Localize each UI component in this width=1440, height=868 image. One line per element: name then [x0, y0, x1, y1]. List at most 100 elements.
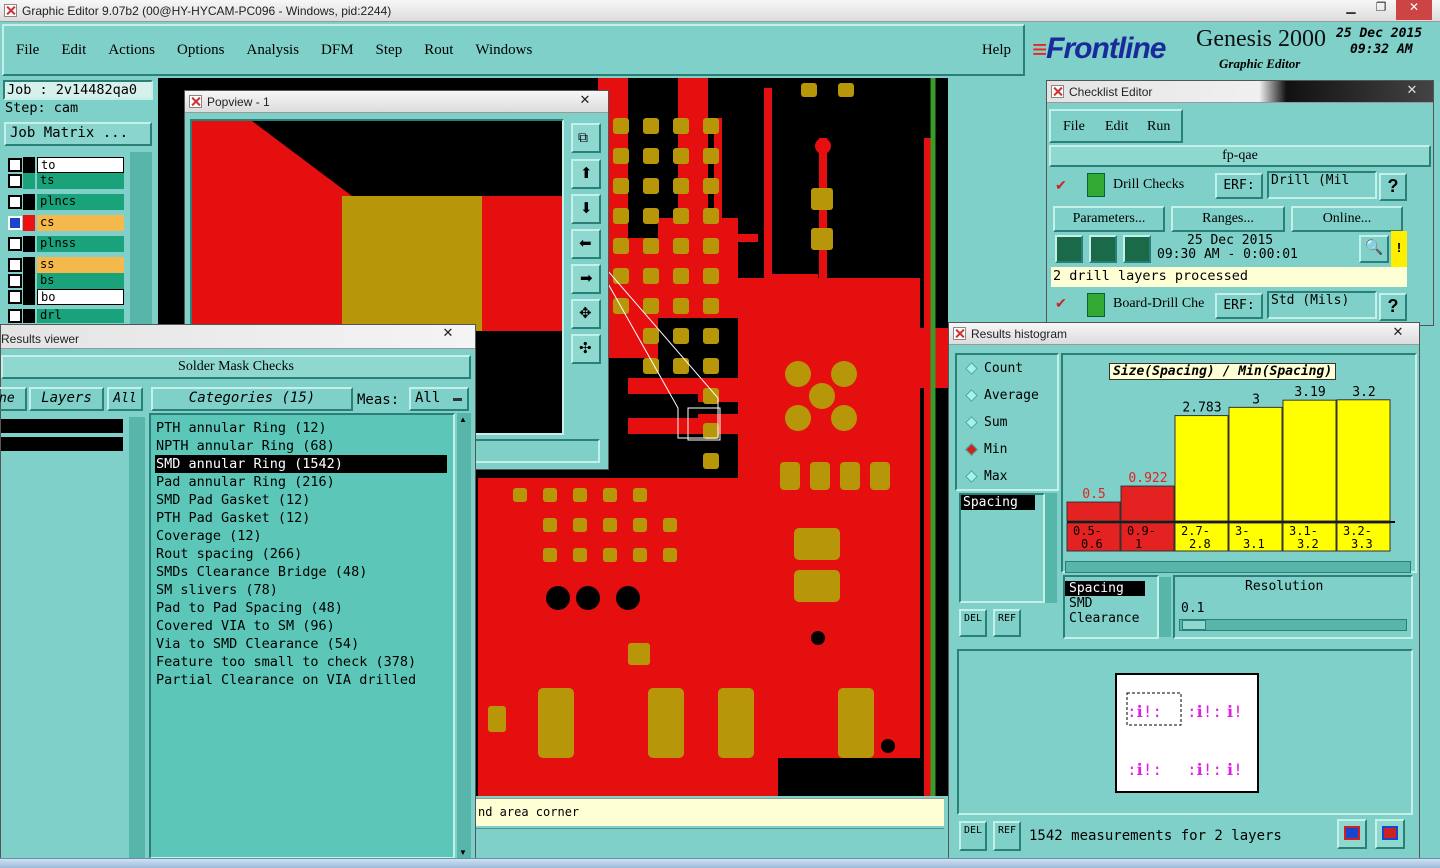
layer-row-plnss[interactable]: plnss: [8, 235, 124, 253]
menu-file[interactable]: File: [16, 42, 39, 59]
run-action-icon[interactable]: [1089, 235, 1117, 263]
tab-all[interactable]: All: [107, 387, 143, 411]
parameters-button[interactable]: Parameters...: [1053, 206, 1165, 232]
histogram-bar[interactable]: [1066, 501, 1121, 522]
category-item[interactable]: Pad to Pad Spacing (48): [155, 599, 343, 617]
pan-up-icon[interactable]: ⬆: [571, 159, 601, 189]
category-item[interactable]: Coverage (12): [155, 527, 262, 545]
category-item-selected[interactable]: SMD annular Ring (1542): [155, 455, 447, 473]
category-item[interactable]: PTH Pad Gasket (12): [155, 509, 310, 527]
del-button[interactable]: DEL: [959, 821, 987, 851]
erf-drill-field[interactable]: Drill (Mil: [1267, 171, 1377, 199]
drill-checks-label[interactable]: Drill Checks: [1113, 177, 1184, 193]
results-viewer-title-bar[interactable]: Results viewer ✕: [1, 325, 475, 349]
checklist-close-button[interactable]: ✕: [1401, 83, 1423, 98]
erf-button[interactable]: ERF:: [1215, 173, 1263, 199]
radio-icon[interactable]: [965, 362, 978, 375]
zoom-in-icon[interactable]: ✥: [571, 299, 601, 329]
histogram-action-icon[interactable]: [1337, 819, 1367, 849]
layer-checkbox-icon[interactable]: [8, 174, 22, 188]
mode-max[interactable]: Max: [965, 469, 1007, 484]
menu-analysis[interactable]: Analysis: [247, 42, 300, 59]
layers-list-scrollbar[interactable]: [129, 417, 145, 861]
menu-actions[interactable]: Actions: [108, 42, 155, 59]
radio-icon[interactable]: [965, 470, 978, 483]
pan-right-icon[interactable]: ➡: [571, 264, 601, 294]
results-histogram-window[interactable]: Results histogram ✕ Count Average Sum Mi…: [948, 322, 1420, 868]
layer-checkbox-icon[interactable]: [8, 290, 22, 304]
erf-button-2[interactable]: ERF:: [1215, 293, 1263, 319]
layers-list-row[interactable]: [1, 437, 123, 451]
histogram-action-icon[interactable]: [1375, 819, 1405, 849]
mode-min[interactable]: Min: [965, 442, 1007, 457]
layer-checkbox-icon[interactable]: [8, 195, 22, 209]
help-button-2[interactable]: ?: [1379, 293, 1407, 321]
menu-options[interactable]: Options: [177, 42, 225, 59]
category-item[interactable]: SM slivers (78): [155, 581, 278, 599]
radio-selected-icon[interactable]: [965, 443, 978, 456]
menu-dfm[interactable]: DFM: [321, 42, 354, 59]
field-item-selected[interactable]: Spacing: [1065, 581, 1145, 596]
ranges-button[interactable]: Ranges...: [1171, 206, 1285, 232]
mode-sum[interactable]: Sum: [965, 415, 1007, 430]
close-window-button[interactable]: ✕: [1396, 0, 1432, 20]
results-viewer-window[interactable]: Results viewer ✕ Solder Mask Checks ne L…: [0, 324, 476, 868]
radio-icon[interactable]: [965, 389, 978, 402]
job-matrix-button[interactable]: Job Matrix ...: [4, 122, 152, 146]
field-scrollbar[interactable]: [1159, 577, 1171, 637]
layer-checkbox-icon[interactable]: [8, 237, 22, 251]
preview-thumbnail[interactable]: :ℹ!: :ℹ!: ℹ! :ℹ!: :ℹ!: ℹ!: [1115, 673, 1259, 793]
layer-row-bo[interactable]: bo: [8, 288, 124, 306]
board-drill-check-label[interactable]: Board-Drill Che: [1113, 296, 1204, 312]
meas-dropdown[interactable]: All: [409, 387, 469, 411]
field-item[interactable]: Clearance: [1065, 611, 1157, 626]
checklist-menu-file[interactable]: File: [1063, 119, 1085, 135]
category-item[interactable]: Feature too small to check (378): [155, 653, 416, 671]
category-item[interactable]: NPTH annular Ring (68): [155, 437, 335, 455]
zoom-result-icon[interactable]: 🔍: [1359, 235, 1389, 263]
measure-scrollbar[interactable]: [1045, 493, 1057, 603]
histogram-title-bar[interactable]: Results histogram ✕: [949, 323, 1419, 345]
histogram-bar[interactable]: [1174, 415, 1229, 522]
radio-icon[interactable]: [965, 416, 978, 429]
category-item[interactable]: Covered VIA to SM (96): [155, 617, 335, 635]
run-action-icon[interactable]: [1123, 235, 1151, 263]
tab-one[interactable]: ne: [0, 387, 27, 411]
checklist-editor-window[interactable]: Checklist Editor ✕ File Edit Run fp-qae …: [1046, 80, 1434, 326]
resolution-slider[interactable]: [1179, 619, 1407, 631]
popview-title-bar[interactable]: Popview - 1 ✕: [185, 91, 608, 113]
layer-row-ts[interactable]: ts: [8, 172, 124, 190]
del-button-top[interactable]: DEL: [959, 609, 987, 637]
layer-list-scrollbar[interactable]: [130, 152, 152, 338]
menu-help[interactable]: Help: [982, 42, 1011, 59]
ref-button[interactable]: REF: [993, 821, 1021, 851]
menu-windows[interactable]: Windows: [475, 42, 532, 59]
menu-rout[interactable]: Rout: [424, 42, 453, 59]
category-item[interactable]: Pad annular Ring (216): [155, 473, 335, 491]
layer-row-drl[interactable]: drl: [8, 309, 124, 323]
online-button[interactable]: Online...: [1291, 206, 1403, 232]
checklist-title-bar[interactable]: Checklist Editor ✕: [1047, 81, 1433, 103]
histogram-bar[interactable]: [1282, 399, 1337, 522]
checklist-menu-edit[interactable]: Edit: [1105, 119, 1128, 135]
tab-layers[interactable]: Layers: [29, 387, 104, 411]
pan-left-icon[interactable]: ⬅: [571, 229, 601, 259]
run-action-icon[interactable]: [1055, 235, 1083, 263]
erf-std-field[interactable]: Std (Mils): [1267, 291, 1377, 319]
histogram-bar[interactable]: [1120, 485, 1175, 522]
resolution-slider-handle[interactable]: [1182, 620, 1206, 630]
histogram-close-button[interactable]: ✕: [1387, 325, 1409, 340]
layer-row-cs[interactable]: cs: [8, 214, 124, 232]
categories-tab[interactable]: Categories (15): [151, 387, 353, 411]
category-item[interactable]: Rout spacing (266): [155, 545, 302, 563]
layer-checkbox-icon[interactable]: [8, 216, 22, 230]
category-item[interactable]: Via to SMD Clearance (54): [155, 635, 359, 653]
measure-item-selected[interactable]: Spacing: [961, 495, 1035, 510]
layer-checkbox-icon[interactable]: [8, 258, 22, 272]
checklist-menu-run[interactable]: Run: [1147, 119, 1170, 135]
layer-checkbox-icon[interactable]: [8, 158, 22, 172]
check-enabled-icon[interactable]: ✔: [1055, 177, 1067, 194]
histogram-bar[interactable]: [1228, 406, 1283, 522]
menu-step[interactable]: Step: [376, 42, 403, 59]
mode-average[interactable]: Average: [965, 388, 1039, 403]
